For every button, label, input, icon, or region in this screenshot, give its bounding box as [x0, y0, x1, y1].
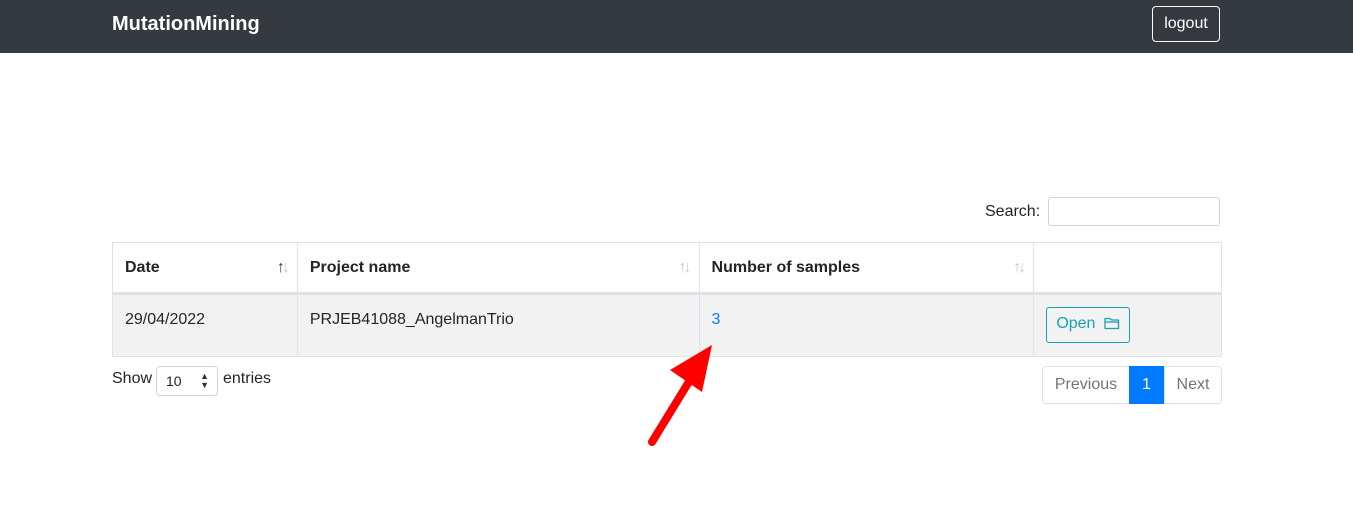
column-header-label: Date — [125, 258, 160, 276]
open-button-label: Open — [1056, 315, 1096, 332]
brand-title[interactable]: MutationMining — [112, 13, 260, 36]
column-header-label: Project name — [309, 258, 411, 276]
column-header-date[interactable]: Date ↑↓ — [112, 242, 298, 295]
table-header-row: Date ↑↓ Project name ↑↓ Number of sample… — [112, 242, 1222, 295]
search-label: Search: — [985, 203, 1041, 220]
open-project-button[interactable]: Open — [1046, 307, 1131, 343]
cell-date: 29/04/2022 — [112, 293, 298, 357]
sort-arrows-icon: ↑↓ — [678, 259, 692, 276]
entries-label: entries — [223, 370, 272, 387]
logout-button[interactable]: logout — [1152, 6, 1220, 42]
sort-arrows-icon: ↑↓ — [1013, 259, 1026, 276]
select-caret-icon: ▲ ▼ — [200, 371, 209, 390]
navbar: MutationMining logout — [0, 0, 1353, 53]
previous-page-button[interactable]: Previous — [1042, 366, 1130, 404]
page-1-button[interactable]: 1 — [1129, 366, 1164, 404]
search-input[interactable] — [1048, 197, 1220, 226]
column-header-actions — [1033, 242, 1222, 295]
next-page-button[interactable]: Next — [1164, 366, 1222, 404]
show-label: Show — [112, 370, 153, 387]
cell-project-name: PRJEB41088_AngelmanTrio — [296, 293, 700, 357]
entries-per-page-value: 10 — [166, 373, 182, 389]
entries-per-page-select[interactable]: 10 ▲ ▼ — [156, 366, 218, 396]
column-header-number-of-samples[interactable]: Number of samples ↑↓ — [698, 242, 1035, 295]
cell-actions: Open — [1033, 293, 1222, 357]
cell-number-of-samples: 3 — [698, 293, 1035, 357]
red-arrow-icon — [648, 345, 712, 446]
column-header-project-name[interactable]: Project name ↑↓ — [296, 242, 700, 295]
folder-icon — [1104, 316, 1120, 335]
column-header-label: Number of samples — [711, 258, 861, 276]
samples-count-link[interactable]: 3 — [712, 311, 721, 328]
sort-ascending-icon: ↑↓ — [276, 259, 290, 276]
